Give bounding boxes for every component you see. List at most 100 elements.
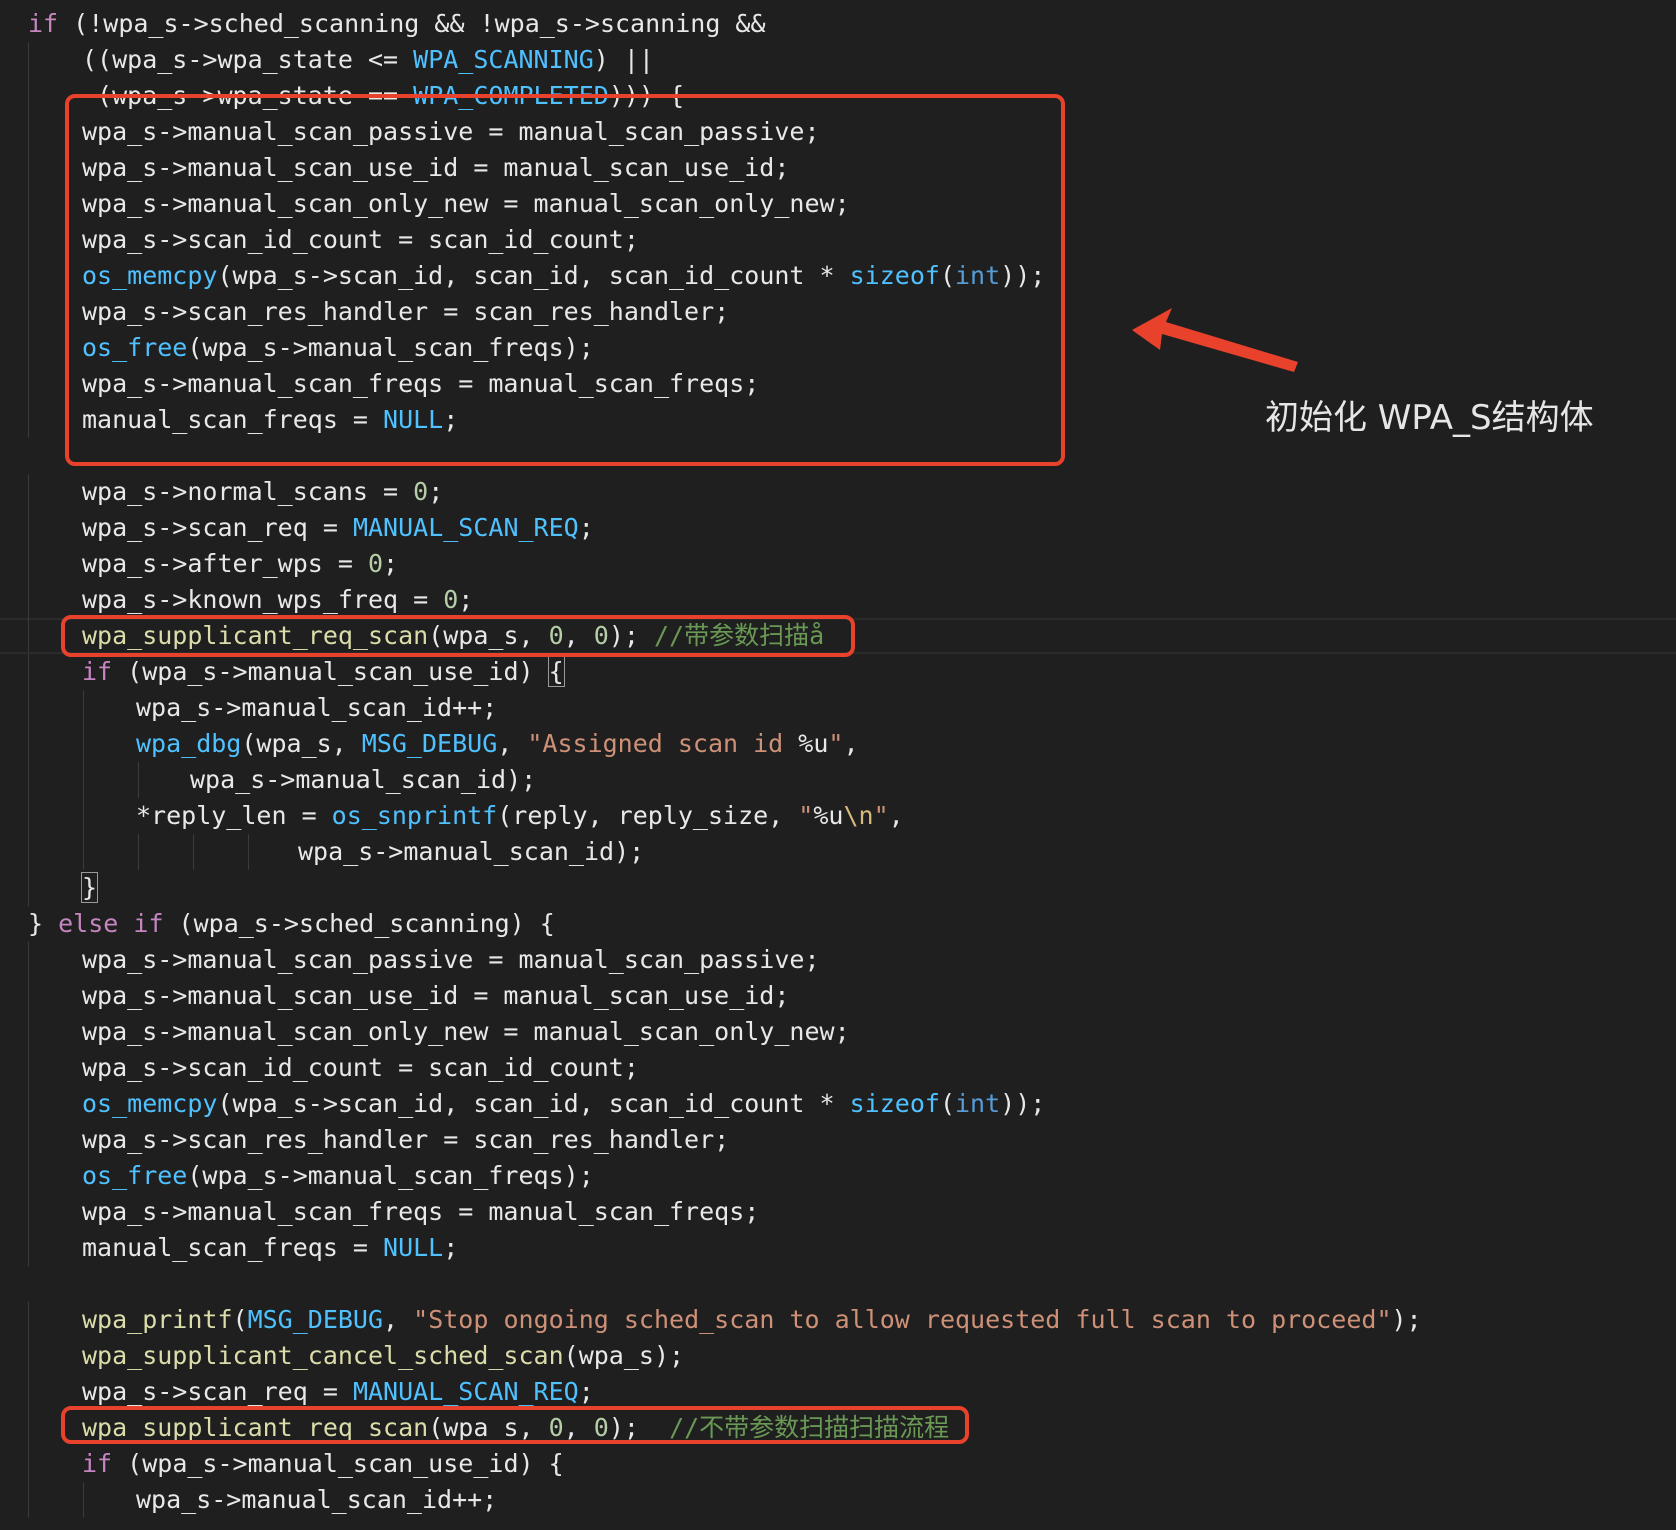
code-token: else (58, 909, 119, 938)
annotation-label: 初始化 WPA_S结构体 (1265, 398, 1594, 438)
indent-guide (83, 798, 85, 834)
req-scan-with-params-highlight (61, 615, 855, 657)
code-editor[interactable]: if (!wpa_s->sched_scanning && !wpa_s->sc… (0, 0, 1676, 1530)
left-arrow-icon (1132, 308, 1298, 372)
indent-guide (83, 1482, 85, 1518)
code-token: (wpa_s->scan_id, scan_id, scan_id_count … (217, 1089, 850, 1118)
indent-guide (28, 1122, 29, 1158)
code-token: ; (578, 1377, 594, 1406)
indent-guide (28, 690, 29, 726)
code-token: ; (428, 477, 444, 506)
code-token: { (547, 656, 565, 687)
indent-guide (28, 870, 29, 906)
indent-guide (28, 1050, 29, 1086)
code-token: os_snprintf (331, 801, 498, 830)
indent-guide (28, 546, 29, 582)
code-token: MANUAL_SCAN_REQ (352, 513, 579, 542)
code-token: wpa_printf (82, 1305, 233, 1334)
indent-guide (28, 330, 29, 366)
indent-guide (28, 834, 29, 870)
code-token: wpa_s->manual_scan_passive = manual_scan… (82, 945, 820, 974)
code-token: 0 (367, 549, 384, 578)
indent-guide (28, 942, 29, 978)
code-token: " (828, 729, 844, 758)
indent-guide (138, 834, 140, 870)
code-token: } (80, 872, 99, 903)
code-token: int (955, 1089, 1001, 1118)
indent-guide (28, 1086, 29, 1122)
code-token: wpa_supplicant_cancel_sched_scan (82, 1341, 564, 1370)
code-token: MANUAL_SCAN_REQ (352, 1377, 579, 1406)
code-token: ); (1391, 1305, 1422, 1334)
code-token: , (843, 729, 859, 758)
indent-guide (28, 762, 29, 798)
indent-guide (28, 510, 29, 546)
indent-guide (28, 114, 29, 150)
code-token: (wpa_s->manual_scan_use_id) (112, 657, 549, 686)
code-token: *reply_len = (136, 801, 332, 830)
indent-guide (28, 1230, 29, 1266)
code-token: wpa_s->manual_scan_id++; (136, 693, 498, 722)
indent-guide (28, 978, 29, 1014)
code-token: (wpa_s->manual_scan_freqs); (187, 1161, 594, 1190)
code-token: (!wpa_s->sched_scanning && !wpa_s->scann… (58, 9, 766, 38)
indent-guide (28, 258, 29, 294)
indent-guide (28, 366, 29, 402)
indent-guide (28, 618, 29, 654)
indent-guide (28, 186, 29, 222)
code-token: %u (813, 801, 844, 830)
indent-guide (248, 834, 250, 870)
indent-guide (83, 690, 85, 726)
code-token: wpa_dbg (136, 729, 242, 758)
code-token: wpa_s->manual_scan_freqs = manual_scan_f… (82, 1197, 760, 1226)
indent-guide (28, 150, 29, 186)
indent-guide (28, 1374, 29, 1410)
code-token: if (82, 657, 113, 686)
code-token: wpa_s->scan_req = (82, 1377, 353, 1406)
code-token: wpa_s->manual_scan_id); (190, 765, 537, 794)
code-token: \n (843, 801, 874, 830)
code-token: ((wpa_s->wpa_state <= (82, 45, 414, 74)
code-token: ) || (593, 45, 654, 74)
indent-guide (28, 654, 29, 690)
code-token: WPA_SCANNING (413, 45, 594, 74)
indent-guide (83, 834, 85, 870)
code-token: ( (232, 1305, 248, 1334)
code-token: " (798, 801, 814, 830)
code-token: os_free (82, 1161, 188, 1190)
code-token: wpa_s->known_wps_freq = (82, 585, 444, 614)
indent-guide (138, 762, 140, 798)
code-token: if (28, 9, 59, 38)
code-token: "Stop ongoing sched_scan to allow reques… (413, 1305, 1392, 1334)
indent-guide (28, 1194, 29, 1230)
code-token: NULL (383, 1233, 444, 1262)
code-token: (wpa_s->manual_scan_use_id) { (112, 1449, 564, 1478)
indent-guide (83, 762, 85, 798)
code-token: )); (1000, 1089, 1046, 1118)
code-token: wpa_s->scan_res_handler = scan_res_handl… (82, 1125, 730, 1154)
indent-guide (28, 726, 29, 762)
code-token: "Assigned scan id (527, 729, 799, 758)
code-token: if (133, 909, 164, 938)
code-token: , (888, 801, 904, 830)
code-token: wpa_s->manual_scan_only_new = manual_sca… (82, 1017, 850, 1046)
indent-guide (28, 402, 29, 438)
req-scan-without-params-highlight (61, 1406, 969, 1444)
code-token: (wpa_s->sched_scanning) { (163, 909, 555, 938)
code-token: manual_scan_freqs = (82, 1233, 384, 1262)
code-token: ; (458, 585, 474, 614)
code-token: MSG_DEBUG (361, 729, 498, 758)
code-token: wpa_s->manual_scan_id++; (136, 1485, 498, 1514)
code-token: wpa_s->scan_req = (82, 513, 353, 542)
indent-guide (28, 1338, 29, 1374)
code-token: (wpa_s); (563, 1341, 685, 1370)
indent-guide (193, 834, 195, 870)
indent-guide (28, 474, 29, 510)
code-token: wpa_s->scan_id_count = scan_id_count; (82, 1053, 639, 1082)
indent-guide (28, 1014, 29, 1050)
indent-guide (28, 42, 29, 78)
code-token: MSG_DEBUG (247, 1305, 384, 1334)
code-token: (reply, reply_size, (497, 801, 799, 830)
indent-guide (28, 222, 29, 258)
